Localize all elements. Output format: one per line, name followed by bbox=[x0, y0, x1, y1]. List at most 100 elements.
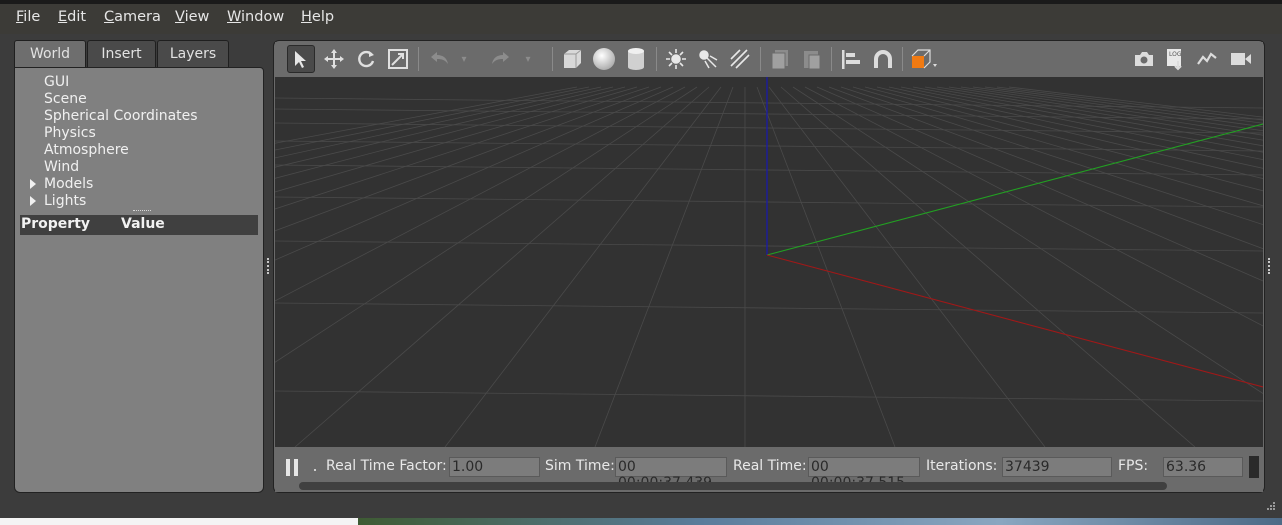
real-time-label: Real Time: bbox=[733, 458, 807, 474]
undo-dropdown-icon[interactable]: ▾ bbox=[457, 45, 471, 73]
render-frame: ▾ ▾ LOG Real Time Factor: 1.00 Sim Time:… bbox=[273, 40, 1265, 493]
property-column-header[interactable]: Property bbox=[21, 216, 90, 232]
tab-layers[interactable]: Layers bbox=[157, 40, 229, 68]
tab-insert[interactable]: Insert bbox=[87, 40, 156, 68]
grid-line bbox=[780, 86, 1196, 447]
spot-light-icon[interactable] bbox=[694, 45, 722, 73]
menu-file[interactable]: File bbox=[16, 9, 40, 25]
align-icon[interactable] bbox=[837, 45, 865, 73]
grid-line bbox=[275, 140, 1263, 152]
status-bar: Real Time Factor: 1.00 Sim Time: 00 00:0… bbox=[275, 447, 1263, 492]
grid-line bbox=[804, 86, 1263, 327]
desktop-background bbox=[0, 518, 1282, 525]
fps-label: FPS: bbox=[1118, 458, 1149, 474]
iterations-value: 37439 bbox=[1002, 457, 1112, 477]
real-time-value: 00 00:00:37.515 bbox=[808, 457, 920, 491]
tree-item-wind[interactable]: Wind bbox=[44, 159, 79, 176]
grid-line bbox=[936, 86, 1263, 141]
tree-item-scene[interactable]: Scene bbox=[44, 91, 87, 108]
horizontal-scrollbar[interactable] bbox=[299, 482, 1167, 490]
menu-camera[interactable]: Camera bbox=[104, 9, 161, 25]
paste-icon[interactable] bbox=[798, 45, 826, 73]
menu-bar: File Edit Camera View Window Help bbox=[0, 0, 1282, 34]
step-dot[interactable] bbox=[314, 469, 316, 471]
iterations-label: Iterations: bbox=[926, 458, 998, 474]
view-angle-icon[interactable] bbox=[907, 45, 941, 73]
tree-item-models[interactable]: Models bbox=[44, 176, 93, 193]
rtf-value: 1.00 bbox=[449, 457, 540, 477]
grid-line bbox=[275, 390, 1263, 402]
rtf-label: Real Time Factor: bbox=[326, 458, 447, 474]
grid-line bbox=[275, 164, 1263, 176]
translate-icon[interactable] bbox=[320, 45, 348, 73]
status-overflow-handle[interactable] bbox=[1249, 456, 1259, 478]
toolbar-separator bbox=[656, 47, 657, 71]
directional-light-icon[interactable] bbox=[726, 45, 754, 73]
point-light-icon[interactable] bbox=[662, 45, 690, 73]
grid-line bbox=[888, 86, 1263, 169]
x-axis bbox=[766, 254, 1263, 388]
splitter-handle[interactable] bbox=[133, 210, 151, 212]
right-splitter-handle[interactable] bbox=[1268, 258, 1270, 274]
toolbar-separator bbox=[760, 47, 761, 71]
tree-item-atmosphere[interactable]: Atmosphere bbox=[44, 142, 129, 159]
grid-line bbox=[900, 86, 1263, 161]
grid-line bbox=[912, 86, 1263, 153]
value-column-header[interactable]: Value bbox=[121, 216, 165, 232]
grid-line bbox=[792, 86, 1263, 394]
grid-line bbox=[876, 86, 1263, 179]
toolbar-separator bbox=[418, 47, 419, 71]
grid-line bbox=[275, 240, 1263, 252]
grid-line bbox=[756, 86, 896, 447]
grid-line bbox=[972, 86, 1263, 128]
tree-item-physics[interactable]: Physics bbox=[44, 125, 96, 142]
sphere-icon[interactable] bbox=[590, 45, 618, 73]
menu-view[interactable]: View bbox=[175, 9, 209, 25]
tree-item-lights[interactable]: Lights bbox=[44, 193, 86, 210]
gazebo-window: File Edit Camera View Window Help World … bbox=[0, 0, 1282, 520]
3d-viewport[interactable] bbox=[275, 77, 1263, 447]
redo-dropdown-icon[interactable]: ▾ bbox=[521, 45, 535, 73]
copy-icon[interactable] bbox=[766, 45, 794, 73]
sim-time-value: 00 00:00:37.439 bbox=[615, 457, 727, 491]
property-table-header: Property Value bbox=[20, 215, 258, 235]
undo-icon[interactable] bbox=[425, 45, 453, 73]
expand-lights-icon[interactable] bbox=[30, 196, 36, 206]
grid-line bbox=[444, 86, 722, 447]
tree-item-gui[interactable]: GUI bbox=[44, 74, 69, 91]
pause-icon[interactable] bbox=[286, 459, 300, 476]
menu-help[interactable]: Help bbox=[301, 9, 334, 25]
screenshot-icon[interactable] bbox=[1130, 45, 1158, 73]
redo-icon[interactable] bbox=[487, 45, 515, 73]
plot-icon[interactable] bbox=[1193, 45, 1221, 73]
tab-world[interactable]: World bbox=[14, 40, 86, 69]
select-arrow-icon[interactable] bbox=[287, 45, 315, 73]
left-splitter-handle[interactable] bbox=[267, 258, 269, 274]
toolbar-separator bbox=[552, 47, 553, 71]
menu-edit[interactable]: Edit bbox=[58, 9, 86, 25]
magnet-icon[interactable] bbox=[869, 45, 897, 73]
grid-line bbox=[275, 86, 590, 151]
tree-item-spherical-coordinates[interactable]: Spherical Coordinates bbox=[44, 108, 198, 125]
grid-line bbox=[275, 302, 1263, 314]
grid-line bbox=[996, 86, 1263, 121]
box-icon[interactable] bbox=[558, 45, 586, 73]
sim-time-label: Sim Time: bbox=[545, 458, 615, 474]
fps-value: 63.36 bbox=[1163, 457, 1243, 477]
resize-grip-icon[interactable] bbox=[1264, 500, 1276, 512]
toolbar: ▾ ▾ LOG bbox=[275, 42, 1263, 77]
grid-line bbox=[275, 196, 1263, 208]
toolbar-separator bbox=[831, 47, 832, 71]
cylinder-icon[interactable] bbox=[622, 45, 650, 73]
grid-line bbox=[924, 86, 1263, 147]
expand-models-icon[interactable] bbox=[30, 179, 36, 189]
scene-render[interactable] bbox=[275, 77, 1263, 447]
record-video-icon[interactable] bbox=[1227, 45, 1255, 73]
toolbar-separator bbox=[902, 47, 903, 71]
log-icon[interactable]: LOG bbox=[1161, 45, 1189, 73]
rotate-icon[interactable] bbox=[352, 45, 380, 73]
scale-icon[interactable] bbox=[384, 45, 412, 73]
menu-window[interactable]: Window bbox=[227, 9, 284, 25]
grid-line bbox=[594, 86, 734, 447]
svg-text:LOG: LOG bbox=[1169, 51, 1182, 58]
